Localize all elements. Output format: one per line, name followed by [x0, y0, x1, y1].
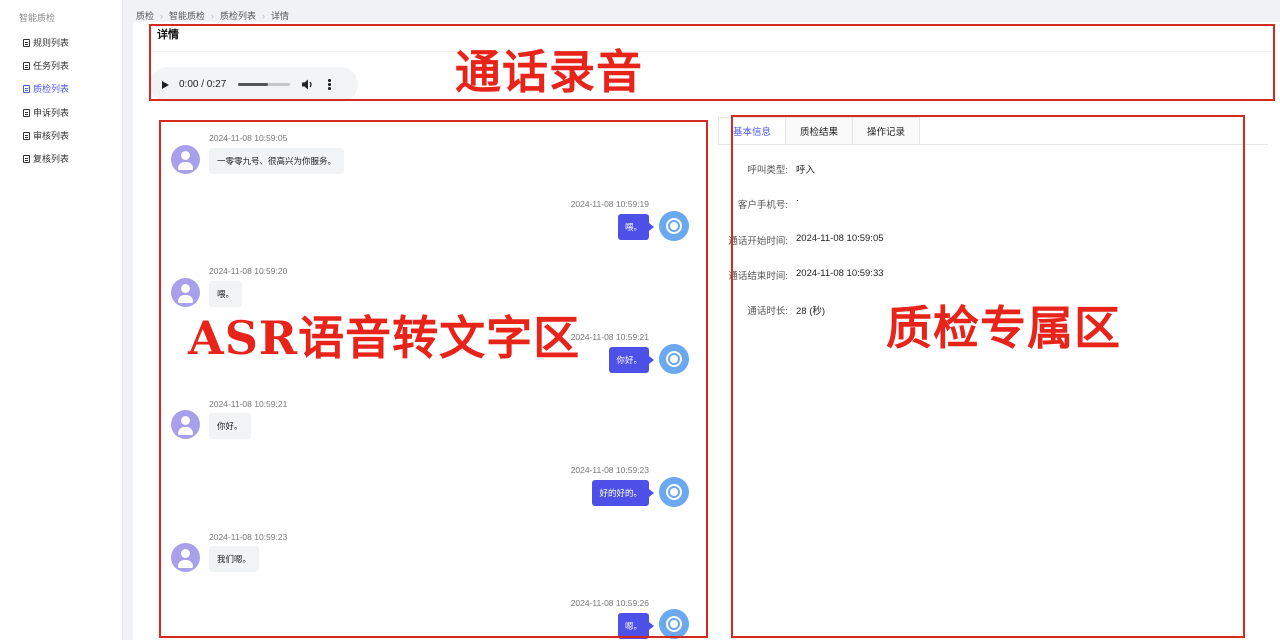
breadcrumb: 质检 › 智能质检 › 质检列表 › 详情: [136, 9, 289, 22]
sidebar: 智能质检 规则列表 任务列表 质检列表 申诉列表 审核列表 复核列表: [0, 0, 123, 640]
sidebar-item-appeals[interactable]: 申诉列表: [23, 106, 69, 119]
sidebar-item-review[interactable]: 审核列表: [23, 129, 69, 142]
document-icon: [23, 108, 30, 117]
sidebar-item-label: 复核列表: [33, 154, 70, 164]
sidebar-group-title: 智能质检: [19, 13, 56, 23]
document-icon: [23, 61, 30, 70]
sidebar-item-tasks[interactable]: 任务列表: [23, 59, 69, 72]
asr-annotation-label: ASR语音转文字区: [188, 311, 581, 365]
breadcrumb-item[interactable]: 质检列表: [220, 9, 256, 22]
qc-annotation-box: [731, 115, 1245, 638]
document-icon: [23, 84, 30, 93]
asr-annotation-box: [159, 120, 708, 638]
sidebar-item-label: 质检列表: [33, 84, 70, 94]
qc-annotation-label: 质检专属区: [886, 301, 1121, 355]
sidebar-item-label: 申诉列表: [33, 108, 70, 118]
recording-annotation-box: [149, 24, 1275, 101]
sidebar-item-qc-list[interactable]: 质检列表: [23, 82, 69, 95]
breadcrumb-item[interactable]: 质检: [136, 9, 154, 22]
chevron-right-icon: ›: [211, 10, 215, 21]
sidebar-item-label: 任务列表: [33, 61, 70, 71]
chevron-right-icon: ›: [160, 10, 164, 21]
sidebar-item-recheck[interactable]: 复核列表: [23, 152, 69, 165]
breadcrumb-current: 详情: [271, 11, 290, 21]
sidebar-item-rules[interactable]: 规则列表: [23, 36, 69, 49]
document-icon: [23, 38, 30, 47]
breadcrumb-item[interactable]: 智能质检: [169, 9, 205, 22]
document-icon: [23, 131, 30, 140]
document-icon: [23, 154, 30, 163]
chevron-right-icon: ›: [262, 10, 266, 21]
sidebar-item-label: 审核列表: [33, 131, 70, 141]
sidebar-item-label: 规则列表: [33, 38, 70, 48]
recording-annotation-label: 通话录音: [455, 45, 643, 99]
